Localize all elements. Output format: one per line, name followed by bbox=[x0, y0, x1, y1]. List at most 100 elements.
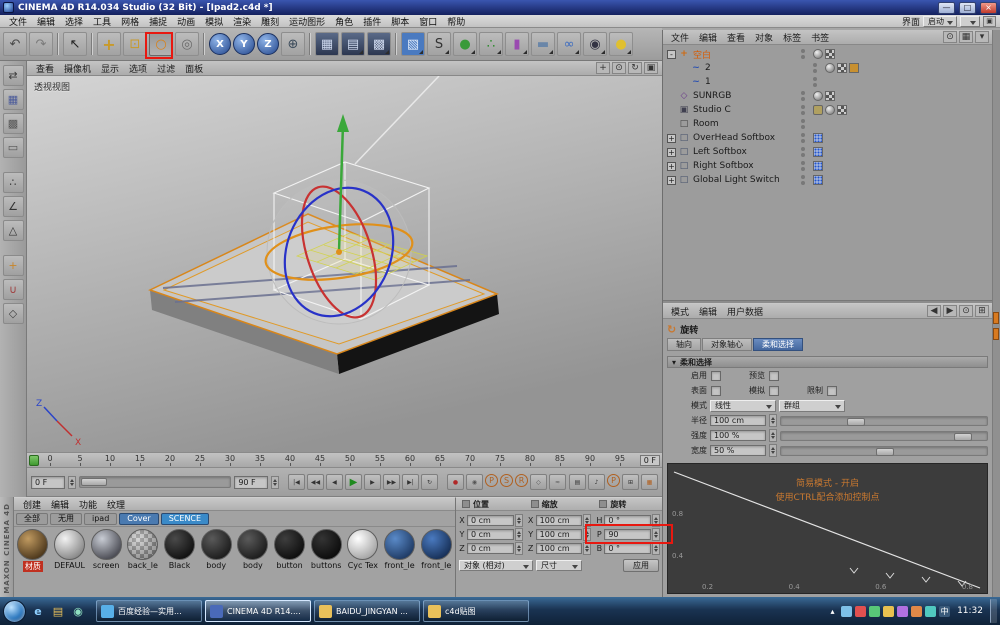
falloff-mode-select[interactable]: 线性 bbox=[710, 400, 776, 412]
light-icon[interactable]: ● bbox=[609, 32, 633, 56]
object-tag-icon[interactable] bbox=[837, 63, 847, 73]
expand-toggle[interactable]: + bbox=[667, 148, 676, 157]
am-back-icon[interactable]: ◀ bbox=[927, 305, 941, 317]
scale-field[interactable]: 100 cm bbox=[536, 529, 583, 540]
tray-icon[interactable] bbox=[925, 606, 936, 617]
menu-item[interactable]: 渲染 bbox=[228, 15, 256, 28]
visibility-dots[interactable] bbox=[801, 105, 805, 115]
material-category-tab[interactable]: SCENCE bbox=[161, 513, 209, 525]
material-name[interactable]: body bbox=[243, 561, 263, 570]
live-select-icon[interactable]: ↖ bbox=[63, 32, 87, 56]
material-item[interactable]: Black bbox=[162, 529, 198, 572]
object-name[interactable]: 1 bbox=[705, 77, 813, 87]
record-scale-button[interactable]: S bbox=[500, 474, 513, 487]
menu-item[interactable]: 角色 bbox=[330, 15, 358, 28]
attribute-tab[interactable]: 轴向 bbox=[667, 338, 701, 351]
object-tag-icon[interactable] bbox=[825, 91, 835, 101]
redo-icon[interactable]: ↷ bbox=[29, 32, 53, 56]
visibility-dots[interactable] bbox=[801, 119, 805, 129]
field-spinner[interactable] bbox=[583, 528, 591, 541]
coordinate-system-icon[interactable]: ⊕ bbox=[281, 32, 305, 56]
material-category-tab[interactable]: ipad bbox=[84, 513, 117, 525]
range-start-spinner[interactable] bbox=[68, 476, 76, 489]
task-cinema4d[interactable]: CINEMA 4D R14.... bbox=[205, 600, 311, 622]
menu-item[interactable]: 帮助 bbox=[442, 15, 470, 28]
convert-selection-icon[interactable]: ⇄ bbox=[3, 65, 24, 86]
material-item[interactable]: back_le bbox=[125, 529, 161, 572]
polygons-mode-icon[interactable]: △ bbox=[3, 220, 24, 241]
rotation-field[interactable]: 0 ° bbox=[604, 515, 651, 526]
object-name[interactable]: Global Light Switch bbox=[693, 175, 801, 185]
material-item[interactable]: front_le bbox=[382, 529, 418, 572]
object-row[interactable]: □ Room bbox=[663, 117, 992, 131]
field-spinner[interactable] bbox=[769, 444, 777, 457]
material-preview-sphere[interactable] bbox=[54, 529, 85, 560]
autokey-button[interactable]: ◉ bbox=[466, 474, 483, 490]
start-button[interactable] bbox=[3, 600, 26, 623]
viewport-menu-item[interactable]: 摄像机 bbox=[59, 62, 96, 75]
palette-tab-icon[interactable] bbox=[993, 312, 999, 324]
object-name[interactable]: Right Softbox bbox=[693, 161, 801, 171]
task-c4d-images[interactable]: c4d贴图 bbox=[423, 600, 529, 622]
environment-icon[interactable]: ▬ bbox=[531, 32, 555, 56]
layout-extra-select[interactable] bbox=[960, 16, 980, 27]
apply-button[interactable]: 应用 bbox=[623, 559, 659, 572]
field-spinner[interactable] bbox=[515, 542, 523, 555]
rotation-field[interactable]: 0 ° bbox=[604, 543, 651, 554]
object-row[interactable]: ◇ SUNRGB bbox=[663, 89, 992, 103]
object-tag-icon[interactable] bbox=[813, 49, 823, 59]
close-button[interactable]: × bbox=[980, 2, 997, 14]
material-preview-sphere[interactable] bbox=[274, 529, 305, 560]
viewport-menu-item[interactable]: 过滤 bbox=[152, 62, 180, 75]
ime-indicator[interactable]: 中 bbox=[939, 606, 950, 617]
rotate-tool-icon[interactable]: ○ bbox=[149, 32, 173, 56]
object-manager-menu-item[interactable]: 书签 bbox=[806, 31, 834, 44]
material-menu-item[interactable]: 纹理 bbox=[102, 498, 130, 511]
camera-icon[interactable]: ◉ bbox=[583, 32, 607, 56]
object-row[interactable]: - + 空白 bbox=[663, 47, 992, 61]
material-preview-sphere[interactable] bbox=[384, 529, 415, 560]
soft-selection-section[interactable]: ▾柔和选择 bbox=[667, 356, 988, 368]
visibility-dots[interactable] bbox=[801, 175, 805, 185]
rotation-field[interactable]: 90 bbox=[604, 529, 651, 540]
object-tag-icon[interactable] bbox=[849, 63, 859, 73]
material-menu-item[interactable]: 编辑 bbox=[46, 498, 74, 511]
material-item[interactable]: buttons bbox=[308, 529, 344, 572]
object-tag-icon[interactable] bbox=[837, 105, 847, 115]
menu-item[interactable]: 窗口 bbox=[414, 15, 442, 28]
perspective-viewport[interactable]: Z X 透视视图 bbox=[27, 76, 662, 452]
object-manager-menu-item[interactable]: 查看 bbox=[722, 31, 750, 44]
tray-icon[interactable] bbox=[883, 606, 894, 617]
viewport-menu-item[interactable]: 面板 bbox=[180, 62, 208, 75]
metaball-icon[interactable]: ∞ bbox=[557, 32, 581, 56]
maximize-view-icon[interactable]: ▣ bbox=[644, 62, 658, 74]
object-row[interactable]: + □ Global Light Switch bbox=[663, 173, 992, 187]
dock-grip-button[interactable]: ▣ bbox=[983, 16, 996, 27]
tray-icon[interactable] bbox=[841, 606, 852, 617]
tray-icon[interactable] bbox=[869, 606, 880, 617]
object-tag-icon[interactable] bbox=[813, 161, 823, 171]
object-row[interactable]: ~ 1 bbox=[663, 75, 992, 89]
slider-handle[interactable] bbox=[954, 433, 972, 441]
keyframe-selection-icon[interactable]: ▦ bbox=[641, 474, 658, 490]
am-search-icon[interactable]: ⊙ bbox=[959, 305, 973, 317]
object-manager-menu-item[interactable]: 文件 bbox=[666, 31, 694, 44]
om-search-icon[interactable]: ⊙ bbox=[943, 31, 957, 43]
coord-size-select[interactable]: 尺寸 bbox=[536, 560, 582, 571]
next-key-button[interactable]: ▶▶ bbox=[383, 474, 400, 490]
range-end-spinner[interactable] bbox=[271, 476, 279, 489]
field-spinner[interactable] bbox=[652, 542, 660, 555]
tray-expand-icon[interactable]: ▴ bbox=[827, 606, 838, 617]
menu-item[interactable]: 网格 bbox=[116, 15, 144, 28]
material-preview-sphere[interactable] bbox=[91, 529, 122, 560]
am-forward-icon[interactable]: ▶ bbox=[943, 305, 957, 317]
position-field[interactable]: 0 cm bbox=[467, 515, 514, 526]
value-slider[interactable] bbox=[780, 431, 988, 441]
material-category-tab[interactable]: 无用 bbox=[50, 513, 82, 525]
workplane-mode-icon[interactable]: ▭ bbox=[3, 137, 24, 158]
material-item[interactable]: 材质 bbox=[15, 529, 51, 572]
material-preview-sphere[interactable] bbox=[127, 529, 158, 560]
undo-icon[interactable]: ↶ bbox=[3, 32, 27, 56]
material-name[interactable]: buttons bbox=[311, 561, 342, 570]
slider-value-field[interactable]: 50 % bbox=[710, 445, 766, 456]
